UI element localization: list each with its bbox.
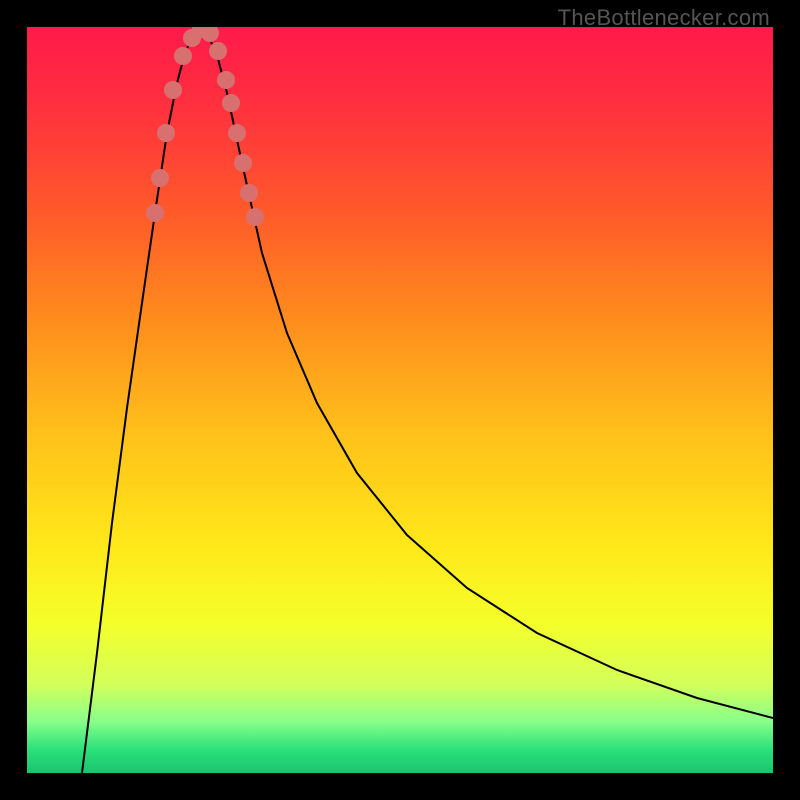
curve-marker <box>228 124 246 142</box>
curve-marker <box>164 81 182 99</box>
curve-marker <box>174 47 192 65</box>
curve-marker <box>234 154 252 172</box>
curve-marker <box>146 204 164 222</box>
curve-marker <box>201 27 219 42</box>
curve-marker <box>217 71 235 89</box>
curve-marker <box>209 42 227 60</box>
marker-group <box>146 27 264 226</box>
curve-marker <box>240 184 258 202</box>
plot-area <box>27 27 773 773</box>
curve-marker <box>246 208 264 226</box>
curve-marker <box>151 169 169 187</box>
bottleneck-curve <box>82 29 773 773</box>
curve-marker <box>222 94 240 112</box>
chart-frame: TheBottlenecker.com <box>0 0 800 800</box>
curve-layer <box>27 27 773 773</box>
curve-marker <box>157 124 175 142</box>
